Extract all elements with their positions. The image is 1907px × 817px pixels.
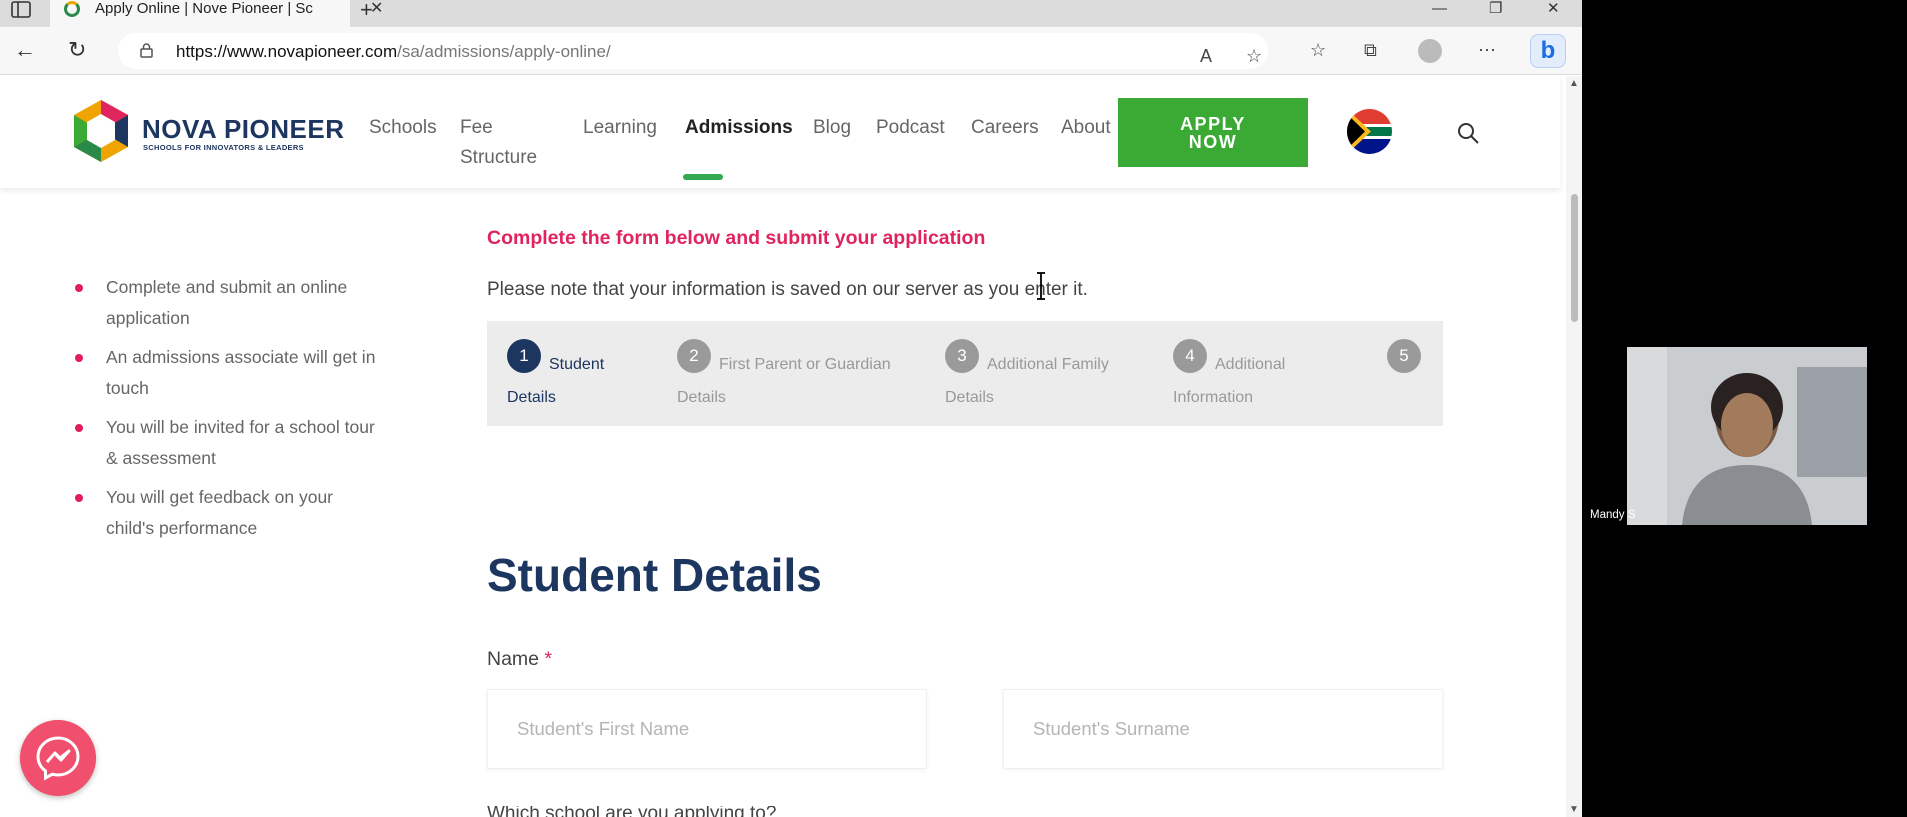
form-progress-steps: Student Details 1 First Parent or Guardi… bbox=[487, 321, 1443, 426]
participant-video bbox=[1627, 347, 1867, 525]
school-label-text: Which school are you applying to? bbox=[487, 806, 777, 817]
page-scrollbar[interactable]: ▲ ▼ bbox=[1566, 76, 1582, 817]
nav-schools[interactable]: Schools bbox=[369, 113, 437, 143]
apply-now-button[interactable]: APPLY NOW bbox=[1118, 98, 1308, 167]
browser-tab-active[interactable]: Apply Online | Nove Pioneer | Sc ✕ bbox=[50, 0, 383, 27]
logo-tagline: SCHOOLS FOR INNOVATORS & LEADERS bbox=[143, 143, 304, 152]
more-menu-icon[interactable]: ⋯ bbox=[1478, 40, 1496, 60]
minimize-icon[interactable]: — bbox=[1432, 0, 1447, 17]
first-name-input[interactable] bbox=[487, 689, 927, 769]
messenger-chat-icon[interactable] bbox=[20, 720, 96, 796]
scroll-down-icon[interactable]: ▼ bbox=[1569, 804, 1579, 815]
bullet-dot-icon bbox=[75, 424, 83, 432]
scroll-thumb[interactable] bbox=[1571, 194, 1578, 322]
tab-bar: Apply Online | Nove Pioneer | Sc ✕ + — ❐… bbox=[0, 0, 1582, 27]
school-field-label: Which school are you applying to? bbox=[487, 806, 847, 817]
bullet-dot-icon bbox=[75, 284, 83, 292]
nav-fee-line1: Fee bbox=[460, 117, 493, 138]
nav-blog[interactable]: Blog bbox=[813, 113, 851, 143]
section-title: Student Details bbox=[487, 549, 822, 601]
apply-line1: APPLY bbox=[1180, 114, 1246, 134]
nav-active-indicator bbox=[683, 174, 723, 180]
required-mark: * bbox=[544, 648, 553, 670]
text-cursor-icon bbox=[1037, 272, 1045, 300]
url-text: https://www.novapioneer.com/sa/admission… bbox=[176, 42, 611, 62]
bullet-text: Complete and submit an online applicatio… bbox=[106, 277, 348, 328]
site-favicon-icon bbox=[64, 1, 80, 17]
url-host: https://www.novapioneer.com bbox=[176, 42, 398, 61]
name-label-text: Name bbox=[487, 648, 540, 670]
name-field-label: Name * bbox=[487, 648, 552, 671]
step-number: 2 bbox=[677, 339, 711, 373]
nav-learning[interactable]: Learning bbox=[583, 113, 657, 143]
nav-careers[interactable]: Careers bbox=[971, 113, 1039, 143]
logo-name: NOVA PIONEER bbox=[142, 114, 345, 144]
step-number: 5 bbox=[1387, 339, 1421, 373]
step-number: 1 bbox=[507, 339, 541, 373]
bullet-text: You will be invited for a school tour & … bbox=[106, 417, 375, 468]
bullet-text: You will get feedback on your child's pe… bbox=[106, 487, 334, 538]
nova-pioneer-logo-icon[interactable] bbox=[70, 98, 132, 164]
tab-title: Apply Online | Nove Pioneer | Sc bbox=[95, 0, 313, 17]
back-icon[interactable]: ← bbox=[14, 39, 36, 61]
nav-about[interactable]: About bbox=[1061, 113, 1111, 143]
nav-podcast[interactable]: Podcast bbox=[876, 113, 945, 143]
surname-input[interactable] bbox=[1003, 689, 1443, 769]
video-call-panel: Mandy S bbox=[1582, 0, 1907, 817]
reload-icon[interactable]: ↻ bbox=[68, 39, 86, 61]
window-close-icon[interactable]: ✕ bbox=[1547, 0, 1560, 17]
read-aloud-icon[interactable]: A bbox=[1200, 46, 1212, 66]
participant-person-icon bbox=[1627, 347, 1867, 525]
form-heading: Complete the form below and submit your … bbox=[487, 227, 986, 249]
new-tab-icon[interactable]: + bbox=[360, 0, 373, 23]
restore-icon[interactable]: ❐ bbox=[1489, 0, 1502, 17]
search-icon[interactable] bbox=[1456, 121, 1480, 145]
bullet-dot-icon bbox=[75, 494, 83, 502]
nav-fee-line2: Structure bbox=[460, 147, 538, 168]
address-toolbar: ← ↻ https://www.novapioneer.com/sa/admis… bbox=[0, 27, 1582, 75]
admission-steps-list: Complete and submit an online applicatio… bbox=[75, 272, 385, 552]
bullet-dot-icon bbox=[75, 354, 83, 362]
collections-icon[interactable]: ⧉ bbox=[1364, 40, 1377, 60]
nav-fee-structure[interactable]: Fee Structure bbox=[460, 113, 537, 173]
form-note: Please note that your information is sav… bbox=[487, 279, 1088, 300]
step-number: 3 bbox=[945, 339, 979, 373]
favorites-icon[interactable]: ☆ bbox=[1310, 40, 1326, 60]
list-item: An admissions associate will get in touc… bbox=[75, 342, 385, 404]
apply-line2: NOW bbox=[1188, 132, 1238, 152]
participant-name: Mandy S bbox=[1590, 509, 1636, 521]
scroll-up-icon[interactable]: ▲ bbox=[1569, 78, 1579, 89]
list-item: Complete and submit an online applicatio… bbox=[75, 272, 385, 334]
site-header: NOVA PIONEER SCHOOLS FOR INNOVATORS & LE… bbox=[0, 76, 1560, 188]
url-path: /sa/admissions/apply-online/ bbox=[397, 42, 611, 61]
step-label: First Parent or Guardian Details bbox=[677, 356, 891, 406]
url-bar[interactable]: https://www.novapioneer.com/sa/admission… bbox=[118, 33, 1268, 69]
add-favorite-icon[interactable]: ☆ bbox=[1246, 46, 1262, 66]
step-number: 4 bbox=[1173, 339, 1207, 373]
lock-icon bbox=[140, 43, 153, 58]
nav-admissions[interactable]: Admissions bbox=[685, 113, 793, 143]
bing-chat-icon[interactable]: b bbox=[1530, 34, 1566, 68]
profile-avatar[interactable] bbox=[1418, 39, 1442, 63]
browser-window: Apply Online | Nove Pioneer | Sc ✕ + — ❐… bbox=[0, 0, 1582, 817]
tab-actions-icon[interactable] bbox=[10, 1, 32, 19]
south-africa-flag-icon[interactable] bbox=[1347, 109, 1392, 154]
list-item: You will get feedback on your child's pe… bbox=[75, 482, 385, 544]
bullet-text: An admissions associate will get in touc… bbox=[106, 347, 376, 398]
list-item: You will be invited for a school tour & … bbox=[75, 412, 385, 474]
